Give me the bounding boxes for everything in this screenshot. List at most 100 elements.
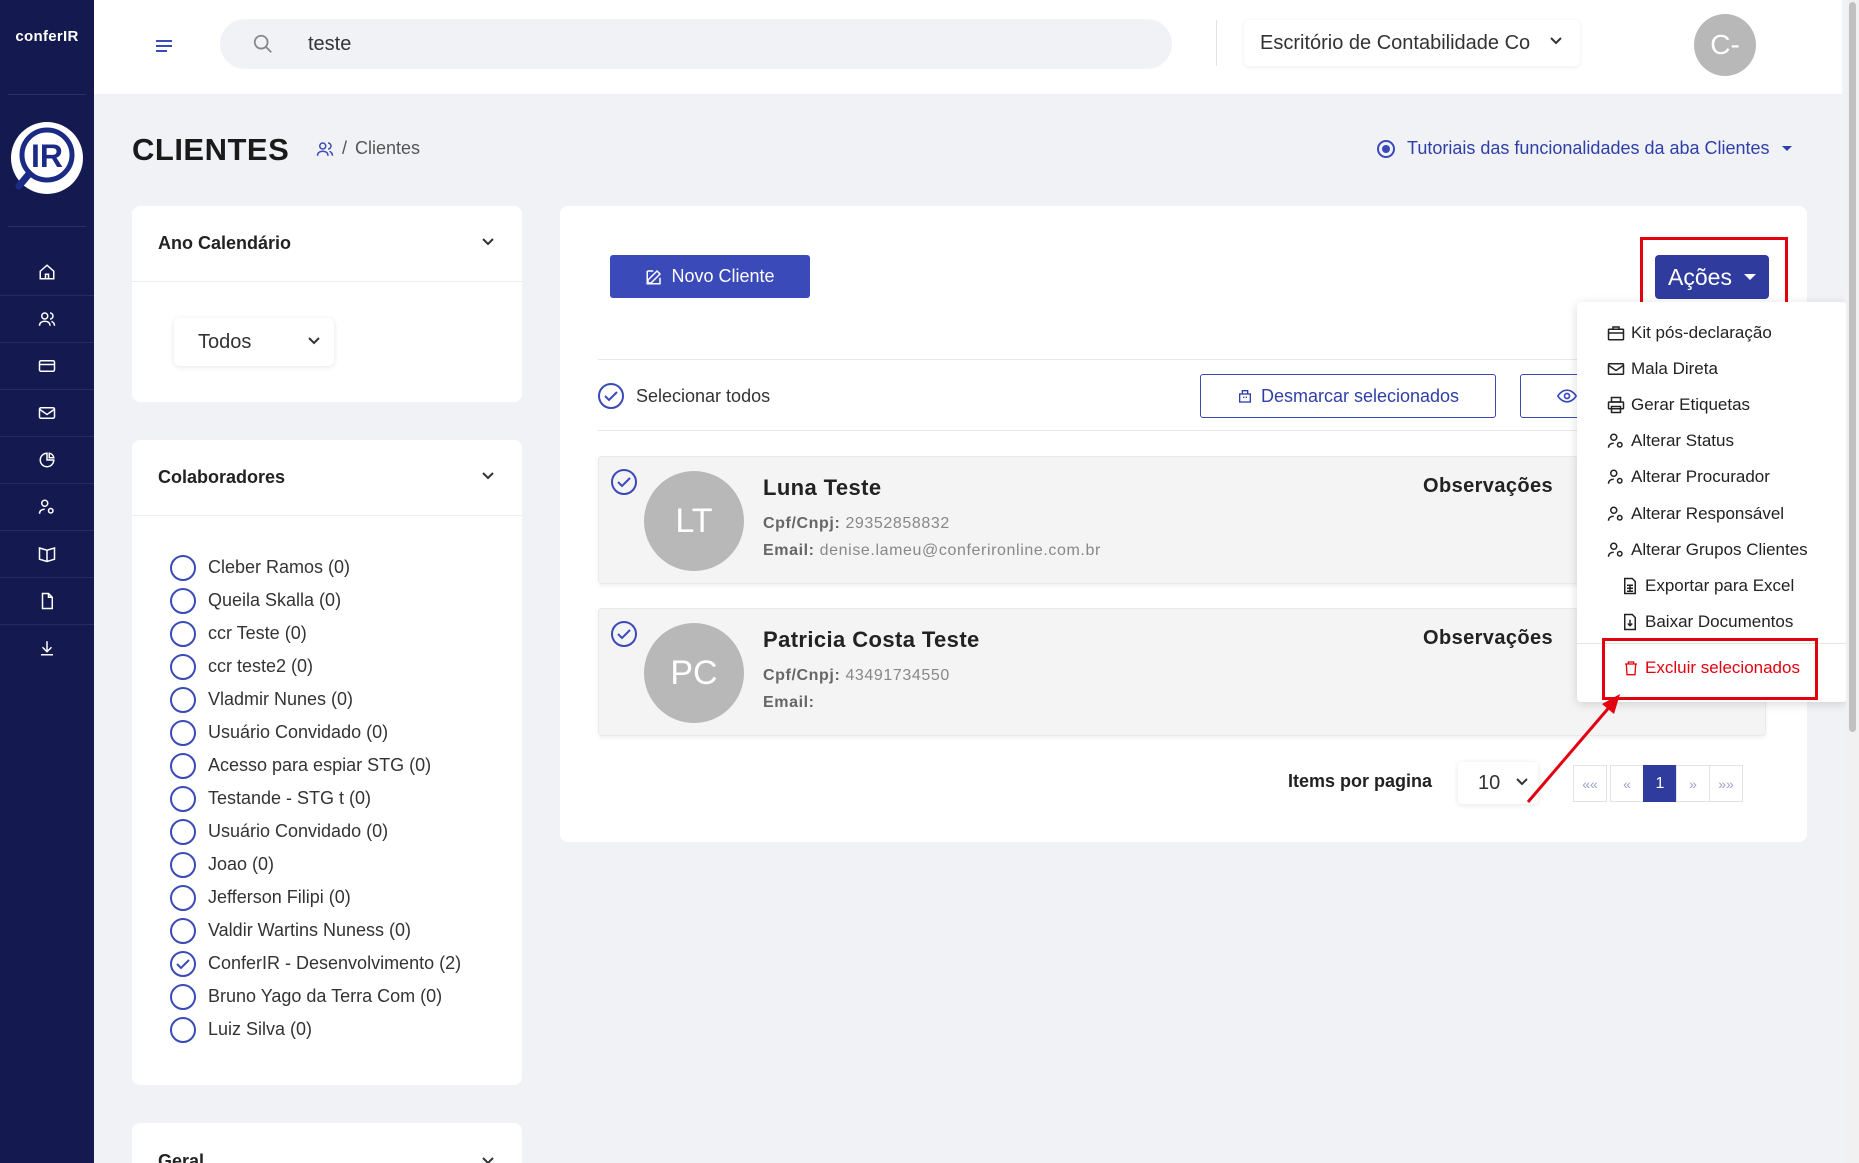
view-button[interactable] bbox=[1520, 374, 1580, 418]
sidebar-item-mail[interactable] bbox=[0, 389, 94, 436]
colaborador-item[interactable]: Joao (0) bbox=[170, 848, 461, 881]
colaborador-checkbox[interactable] bbox=[170, 785, 196, 812]
colaborador-checkbox[interactable] bbox=[170, 686, 196, 713]
colaborador-checkbox[interactable] bbox=[170, 950, 196, 977]
colaborador-item[interactable]: Acesso para espiar STG (0) bbox=[170, 749, 461, 782]
year-select[interactable]: Todos bbox=[174, 318, 334, 366]
colaborador-label: Valdir Wartins Nuness (0) bbox=[208, 920, 412, 940]
excluir-selecionados-item[interactable]: Excluir selecionados bbox=[1623, 658, 1800, 678]
actions-menu-item[interactable]: Exportar para Excel bbox=[1621, 576, 1794, 596]
colaborador-checkbox[interactable] bbox=[170, 620, 196, 647]
sidebar-divider bbox=[8, 94, 86, 95]
actions-menu-item[interactable]: Mala Direta bbox=[1607, 359, 1718, 379]
items-per-page-label: Items por pagina bbox=[1288, 771, 1433, 791]
filter-colaboradores-header[interactable]: Colaboradores bbox=[132, 440, 522, 516]
colaborador-checkbox[interactable] bbox=[170, 983, 196, 1010]
colaborador-checkbox[interactable] bbox=[170, 587, 196, 614]
page-next-button[interactable]: » bbox=[1676, 765, 1710, 802]
tutorials-dropdown[interactable]: Tutoriais das funcionalidades da aba Cli… bbox=[1377, 138, 1792, 159]
colaborador-label: Testande - STG t (0) bbox=[208, 788, 372, 808]
actions-menu-item[interactable]: Alterar Responsável bbox=[1607, 504, 1784, 524]
users-icon bbox=[38, 312, 56, 326]
colaborador-item[interactable]: Usuário Convidado (0) bbox=[170, 716, 461, 749]
client-check[interactable] bbox=[611, 621, 637, 647]
colaborador-checkbox[interactable] bbox=[170, 884, 196, 911]
colaborador-checkbox[interactable] bbox=[170, 851, 196, 878]
actions-menu-item[interactable]: Alterar Procurador bbox=[1607, 467, 1770, 487]
office-select-value: Escritório de Contabilidade Co bbox=[1260, 31, 1531, 54]
book-icon bbox=[38, 546, 56, 563]
colaborador-label: ccr teste2 (0) bbox=[208, 656, 314, 676]
user-gear-icon bbox=[38, 499, 54, 514]
caret-down-icon bbox=[1781, 146, 1792, 151]
novo-cliente-button[interactable]: Novo Cliente bbox=[610, 255, 810, 298]
colaborador-item[interactable]: Testande - STG t (0) bbox=[170, 782, 461, 815]
colaborador-item[interactable]: ccr teste2 (0) bbox=[170, 650, 461, 683]
sidebar-item-cards[interactable] bbox=[0, 342, 94, 389]
email-label: Email: bbox=[763, 694, 815, 711]
filter-colaboradores-title: Colaboradores bbox=[158, 467, 286, 487]
colaborador-item[interactable]: ConferIR - Desenvolvimento (2) bbox=[170, 947, 461, 980]
user-avatar[interactable]: C- bbox=[1694, 14, 1756, 76]
colaborador-checkbox[interactable] bbox=[170, 554, 196, 581]
colaborador-label: Jefferson Filipi (0) bbox=[208, 887, 351, 907]
actions-menu-item[interactable]: Alterar Status bbox=[1607, 431, 1734, 451]
colaborador-item[interactable]: Jefferson Filipi (0) bbox=[170, 881, 461, 914]
page-current-button[interactable]: 1 bbox=[1643, 765, 1677, 802]
search-icon[interactable] bbox=[252, 33, 274, 55]
desmarcar-button[interactable]: Desmarcar selecionados bbox=[1200, 374, 1496, 418]
colaborador-label: Queila Skalla (0) bbox=[208, 590, 342, 610]
mail-send-icon bbox=[1607, 363, 1625, 375]
filter-geral-header[interactable]: Geral bbox=[132, 1123, 522, 1163]
actions-menu-item[interactable]: Gerar Etiquetas bbox=[1607, 395, 1750, 415]
pie-chart-icon bbox=[39, 452, 55, 468]
cpf-label: Cpf/Cnpj: bbox=[763, 667, 841, 684]
actions-menu-item[interactable]: Alterar Grupos Clientes bbox=[1607, 540, 1808, 560]
colaborador-item[interactable]: Queila Skalla (0) bbox=[170, 584, 461, 617]
sidebar-item-download[interactable] bbox=[0, 624, 94, 671]
page-last-button[interactable]: »» bbox=[1709, 765, 1743, 802]
sidebar-item-reports[interactable] bbox=[0, 436, 94, 483]
colaborador-checkbox[interactable] bbox=[170, 752, 196, 779]
scrollbar-thumb[interactable] bbox=[1849, 2, 1856, 732]
colaborador-checkbox[interactable] bbox=[170, 719, 196, 746]
colaborador-checkbox[interactable] bbox=[170, 818, 196, 845]
actions-menu-item-label: Kit pós-declaração bbox=[1631, 323, 1772, 342]
actions-menu-item[interactable]: Baixar Documentos bbox=[1621, 612, 1793, 632]
search-input[interactable] bbox=[308, 29, 1008, 59]
trash-icon bbox=[1625, 661, 1637, 676]
excluir-selecionados-label: Excluir selecionados bbox=[1645, 658, 1800, 677]
acoes-button[interactable]: Ações bbox=[1655, 255, 1769, 299]
sidebar-item-user-settings[interactable] bbox=[0, 483, 94, 530]
sidebar-item-documents[interactable] bbox=[0, 577, 94, 624]
actions-menu-item[interactable]: Kit pós-declaração bbox=[1607, 323, 1772, 343]
colaborador-checkbox[interactable] bbox=[170, 653, 196, 680]
colaborador-item[interactable]: Usuário Convidado (0) bbox=[170, 815, 461, 848]
sidebar-item-clientes[interactable] bbox=[0, 295, 94, 342]
client-check[interactable] bbox=[611, 469, 637, 495]
colaborador-item[interactable]: Cleber Ramos (0) bbox=[170, 551, 461, 584]
sidebar-item-home[interactable] bbox=[0, 248, 94, 295]
colaborador-checkbox[interactable] bbox=[170, 917, 196, 944]
colaborador-checkbox[interactable] bbox=[170, 1016, 196, 1043]
chevron-down-icon bbox=[482, 1157, 494, 1163]
colaborador-item[interactable]: ccr Teste (0) bbox=[170, 617, 461, 650]
colaborador-item[interactable]: Luiz Silva (0) bbox=[170, 1013, 461, 1046]
sidebar-item-book[interactable] bbox=[0, 530, 94, 577]
office-select[interactable]: Escritório de Contabilidade Co bbox=[1244, 20, 1580, 66]
client-email: Email: bbox=[763, 694, 815, 712]
select-all[interactable]: Selecionar todos bbox=[598, 383, 770, 409]
menu-toggle-button[interactable] bbox=[156, 40, 172, 52]
colaborador-item[interactable]: Valdir Wartins Nuness (0) bbox=[170, 914, 461, 947]
actions-menu-item-label: Mala Direta bbox=[1631, 359, 1718, 378]
colaborador-item[interactable]: Bruno Yago da Terra Com (0) bbox=[170, 980, 461, 1013]
page-title: CLIENTES bbox=[132, 132, 290, 167]
filter-ano-header[interactable]: Ano Calendário bbox=[132, 206, 522, 282]
breadcrumb: / Clientes bbox=[316, 138, 420, 159]
select-all-check[interactable] bbox=[598, 383, 624, 409]
hamburger-icon bbox=[156, 40, 172, 52]
scrollbar-track[interactable] bbox=[1846, 0, 1859, 1163]
annotation-arrow bbox=[1526, 694, 1620, 803]
colaborador-label: Bruno Yago da Terra Com (0) bbox=[208, 986, 443, 1006]
colaborador-item[interactable]: Vladmir Nunes (0) bbox=[170, 683, 461, 716]
